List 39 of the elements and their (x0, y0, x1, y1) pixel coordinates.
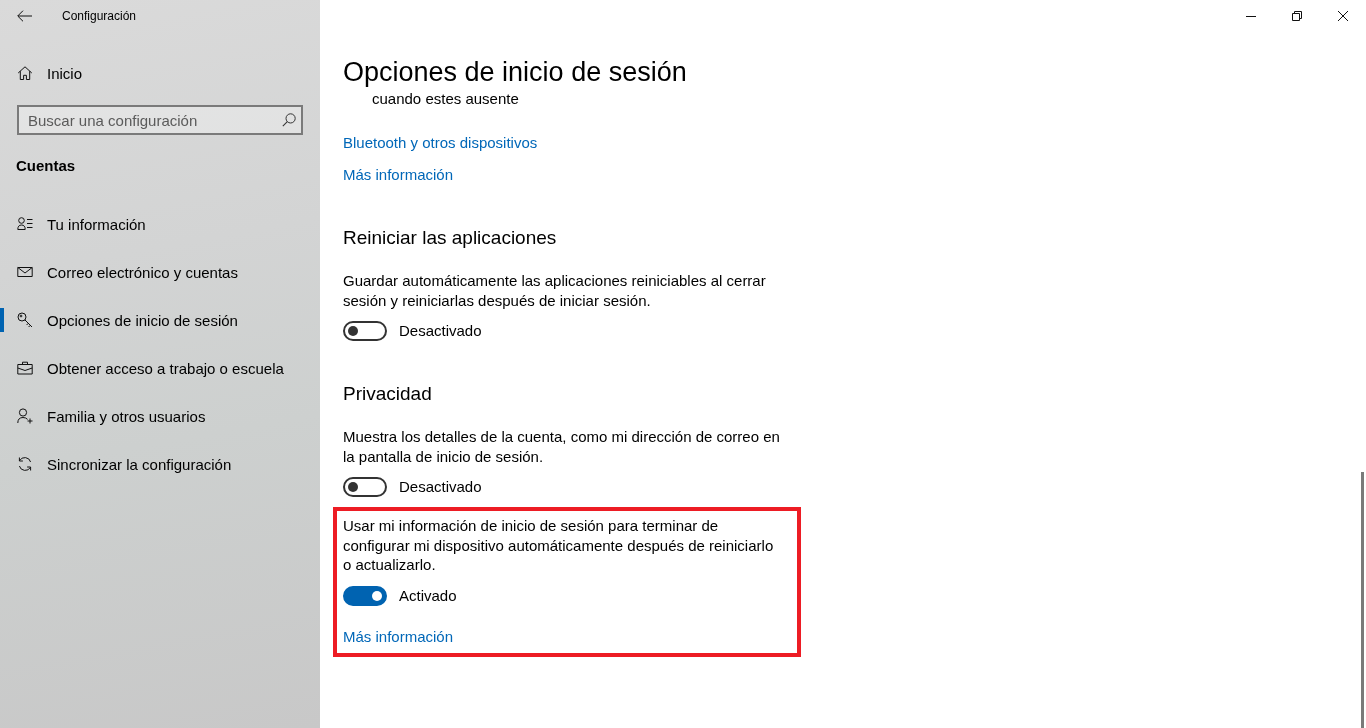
search-icon (282, 113, 296, 127)
briefcase-icon (17, 360, 33, 376)
envelope-icon (17, 264, 33, 280)
page-title: Opciones de inicio de sesión (343, 56, 687, 89)
setting-description: Usar mi información de inicio de sesión para terminar de configurar mi dispositivo automáticamente después de reiniciarlo o actualizarlo. (343, 516, 775, 575)
toggle-switch[interactable] (343, 321, 387, 341)
toggle-state-label: Desactivado (399, 477, 482, 497)
toggle-switch[interactable] (343, 477, 387, 497)
link[interactable]: Más información (343, 626, 791, 647)
scrollbar-thumb[interactable] (1361, 472, 1364, 728)
restore-icon (1292, 11, 1302, 21)
nav-item[interactable]: Familia y otros usuarios (0, 392, 320, 440)
minimize-icon (1246, 15, 1256, 17)
nav-item[interactable]: Tu información (0, 200, 320, 248)
person-list-icon (17, 216, 33, 232)
setting-description: Muestra los detalles de la cuenta, como mi dirección de correo en la pantalla de inicio de sesión. (343, 427, 781, 466)
toggle-state-label: Activado (399, 585, 457, 606)
sidebar-section-heading: Cuentas (15, 156, 77, 176)
home-nav-item[interactable]: Inicio (0, 53, 320, 93)
nav-item[interactable]: Opciones de inicio de sesión (0, 296, 320, 344)
section-heading: Privacidad (343, 382, 432, 406)
setting-description: Guardar automáticamente las aplicaciones reiniciables al cerrar sesión y reiniciarlas después de iniciar sesión. (343, 271, 767, 310)
arrow-left-icon (16, 10, 32, 22)
description-text: cuando estes ausente (372, 89, 519, 109)
toggle-switch[interactable] (343, 585, 387, 606)
person-add-icon (17, 408, 33, 424)
toggle-state-label: Desactivado (399, 321, 482, 341)
link[interactable]: Bluetooth y otros dispositivos (343, 133, 538, 153)
home-icon (17, 65, 33, 81)
sync-icon (17, 456, 33, 472)
section-heading: Reiniciar las aplicaciones (343, 226, 557, 250)
nav-item[interactable]: Sincronizar la configuración (0, 440, 320, 488)
nav-item[interactable]: Correo electrónico y cuentas (0, 248, 320, 296)
search-field[interactable]: Buscar una configuración (17, 105, 303, 135)
link[interactable]: Más información (343, 165, 454, 185)
nav-item[interactable]: Obtener acceso a trabajo o escuela (0, 344, 320, 392)
window-title: Configuración (62, 9, 137, 23)
close-icon (1338, 11, 1348, 21)
key-icon (17, 312, 33, 328)
